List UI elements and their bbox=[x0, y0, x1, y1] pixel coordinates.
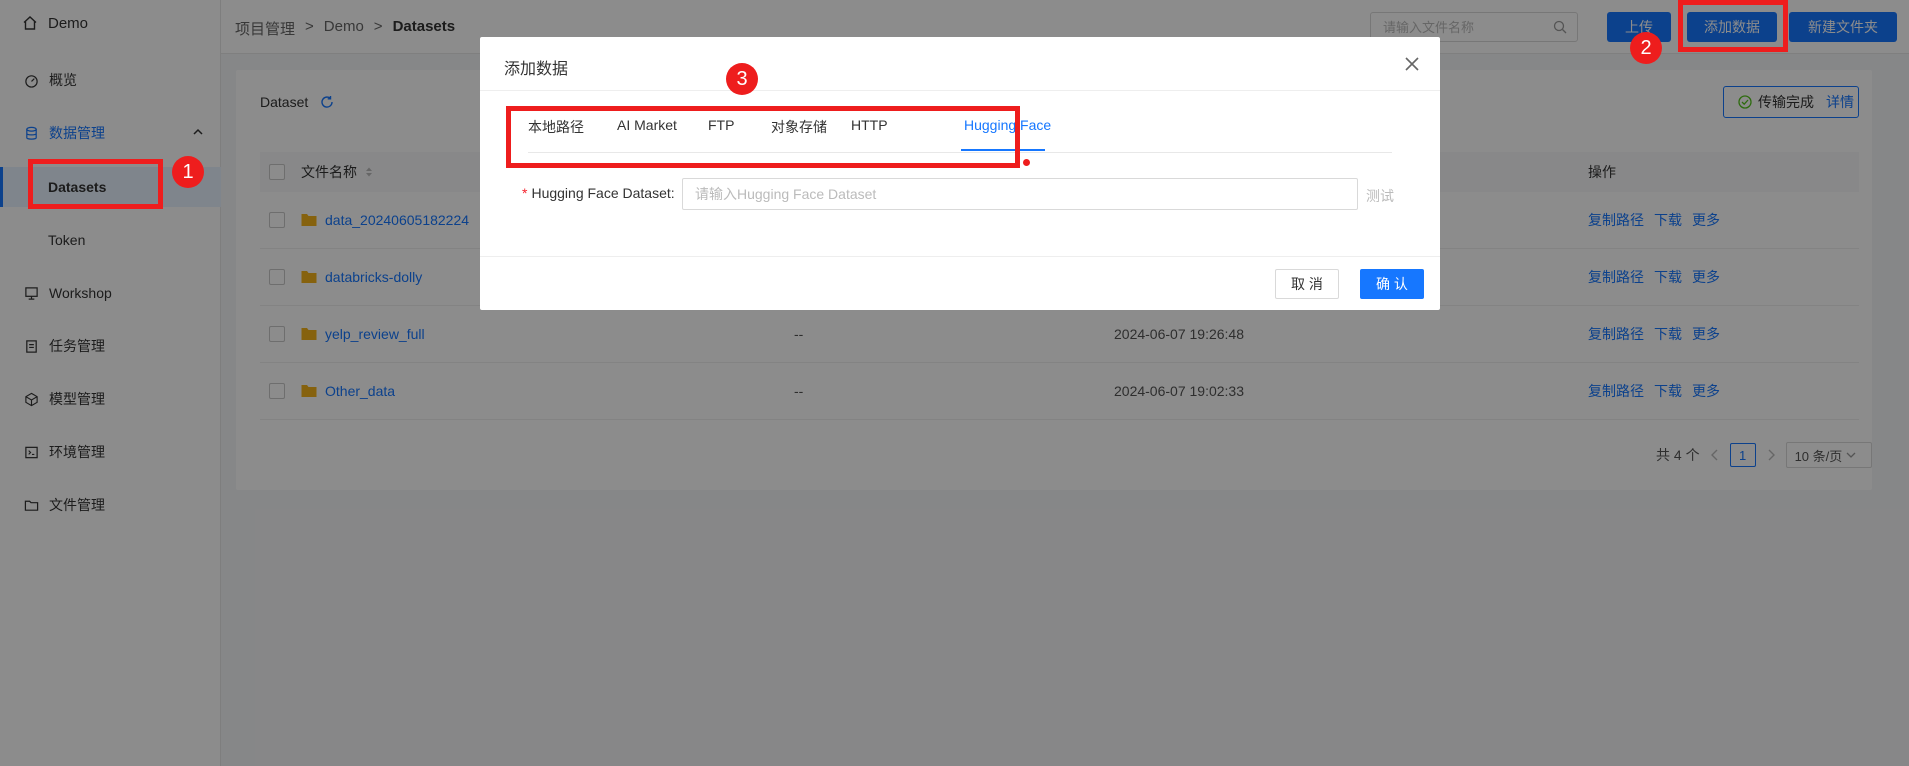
confirm-button[interactable]: 确 认 bbox=[1360, 269, 1424, 299]
highlight-box-tabs bbox=[506, 106, 1020, 168]
add-data-modal: 添加数据 本地路径 AI Market FTP 对象存储 HTTP Huggin… bbox=[480, 37, 1440, 310]
modal-header: 添加数据 bbox=[480, 37, 1440, 91]
step-marker-3: 3 bbox=[726, 63, 758, 95]
modal-title: 添加数据 bbox=[504, 61, 569, 78]
annotation-dot bbox=[1023, 159, 1030, 166]
close-icon[interactable] bbox=[1402, 54, 1422, 74]
cancel-button[interactable]: 取 消 bbox=[1275, 269, 1339, 299]
step-marker-2: 2 bbox=[1630, 32, 1662, 64]
highlight-box-datasets bbox=[28, 159, 163, 209]
test-button[interactable]: 测试 bbox=[1366, 186, 1394, 206]
dataset-field-label: * Hugging Face Dataset: bbox=[522, 185, 675, 201]
step-marker-1: 1 bbox=[172, 156, 204, 188]
highlight-box-add-data bbox=[1678, 0, 1788, 52]
field-label-text: Hugging Face Dataset: bbox=[531, 185, 675, 201]
hugging-face-dataset-input[interactable] bbox=[682, 178, 1358, 210]
